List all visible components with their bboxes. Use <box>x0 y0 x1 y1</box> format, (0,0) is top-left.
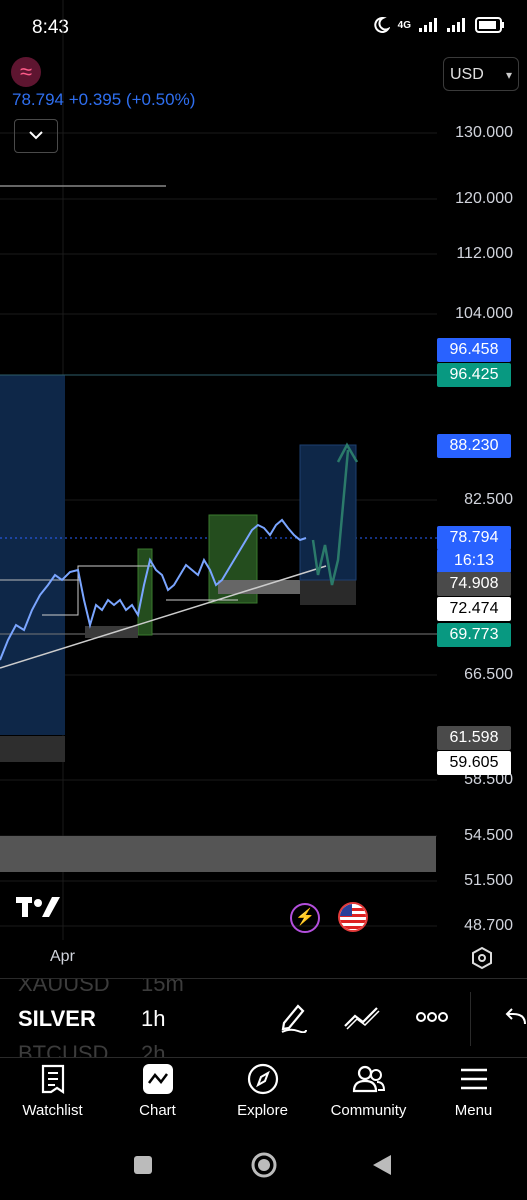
price-axis-label: 66.500 <box>464 666 513 683</box>
price-axis-label: 48.700 <box>464 917 513 934</box>
bottom-zone[interactable] <box>0 836 436 872</box>
price-line: 78.794 +0.395 (+0.50%) <box>12 90 196 109</box>
chevron-down-icon <box>29 131 43 140</box>
chart-settings-icon[interactable] <box>470 946 494 970</box>
nav-item-explore[interactable]: Explore <box>210 1062 315 1119</box>
home-icon[interactable] <box>250 1151 278 1179</box>
symbol-selected[interactable]: SILVER <box>18 1006 96 1032</box>
time-axis-label: Apr <box>50 948 75 965</box>
us-flag-icon[interactable] <box>338 902 368 932</box>
currency-value: USD <box>450 66 484 83</box>
grey-box-3 <box>300 578 356 605</box>
nav-item-menu[interactable]: Menu <box>421 1062 526 1119</box>
price-badge: 61.598 <box>437 726 511 750</box>
symbol-logo[interactable]: ≈ <box>11 57 41 87</box>
nav-label: Watchlist <box>22 1102 83 1119</box>
tradingview-logo <box>16 894 62 926</box>
system-nav <box>0 1134 527 1200</box>
price-axis-label: 120.000 <box>455 190 513 207</box>
price-axis-label: 51.500 <box>464 872 513 889</box>
bottom-nav: Watchlist Chart Explore Community Menu <box>0 1057 527 1134</box>
price-badge: 72.474 <box>437 597 511 621</box>
grid <box>0 0 437 940</box>
price-badge: 78.794 <box>437 526 511 550</box>
nav-item-chart[interactable]: Chart <box>105 1062 210 1119</box>
price-badge: 74.908 <box>437 572 511 596</box>
community-icon <box>352 1065 385 1093</box>
compass-icon <box>247 1063 278 1095</box>
nav-label: Menu <box>454 1102 493 1119</box>
timeframe-selected[interactable]: 1h <box>141 1006 165 1032</box>
menu-icon <box>460 1068 487 1090</box>
watchlist-icon <box>41 1064 64 1095</box>
chevron-down-icon: ▾ <box>505 68 512 82</box>
divider <box>470 992 471 1046</box>
price-badge: 88.230 <box>437 434 511 458</box>
price-badge: 96.425 <box>437 363 511 387</box>
back-icon[interactable] <box>371 1153 393 1177</box>
currency-select[interactable]: USD ▾ <box>443 57 519 91</box>
grey-box-2 <box>218 580 313 594</box>
recents-icon[interactable] <box>132 1154 154 1176</box>
price-axis-label: 54.500 <box>464 827 513 844</box>
price-axis-label: 104.000 <box>455 305 513 322</box>
nav-item-community[interactable]: Community <box>316 1062 421 1119</box>
symbol-option[interactable]: BTCUSD <box>18 1041 108 1057</box>
nav-label: Explore <box>237 1102 288 1119</box>
countdown-badge: 16:13 <box>437 549 511 573</box>
collapse-button[interactable] <box>14 119 58 153</box>
demand-zone-left[interactable] <box>0 736 65 762</box>
pen-tool-icon[interactable] <box>278 1001 308 1033</box>
price-axis-label: 82.500 <box>464 491 513 508</box>
nav-label: Community <box>330 1102 407 1119</box>
lightning-icon[interactable]: ⚡ <box>290 903 320 933</box>
price-badge: 59.605 <box>437 751 511 775</box>
price-axis-label: 112.000 <box>456 245 513 262</box>
nav-item-watchlist[interactable]: Watchlist <box>0 1062 105 1119</box>
more-icon[interactable] <box>416 1010 448 1024</box>
trendline-tool-icon[interactable] <box>343 1004 381 1030</box>
symbol-option[interactable]: XAUUSD <box>18 979 110 997</box>
timeframe-option[interactable]: 15m <box>141 979 184 997</box>
nav-label: Chart <box>139 1102 176 1119</box>
price-chart[interactable] <box>0 0 527 980</box>
price-badge: 96.458 <box>437 338 511 362</box>
price-badge: 69.773 <box>437 623 511 647</box>
price-axis-label: 130.000 <box>455 124 513 141</box>
supply-zone[interactable] <box>0 375 65 735</box>
chart-icon <box>142 1064 173 1094</box>
undo-icon[interactable] <box>503 1004 527 1030</box>
timeframe-option[interactable]: 2h <box>141 1041 165 1057</box>
